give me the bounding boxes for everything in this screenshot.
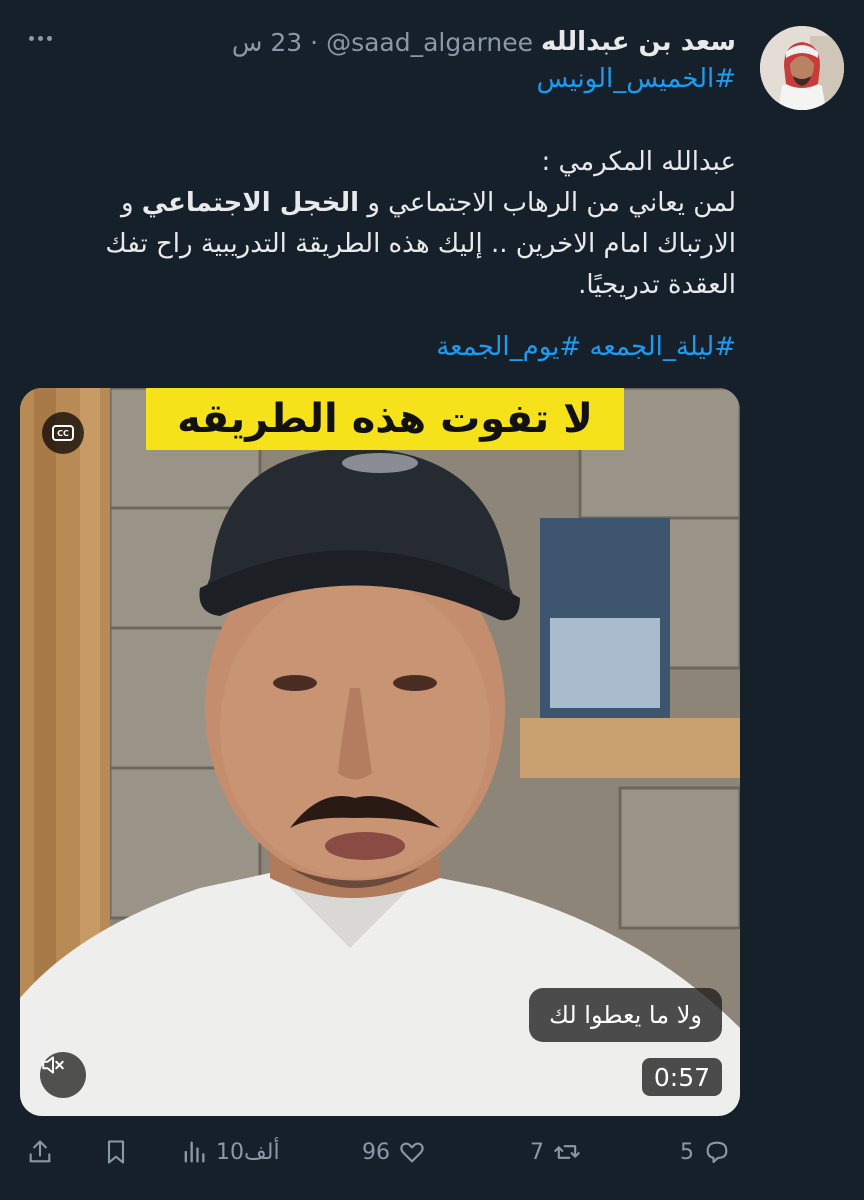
- like-button[interactable]: 96: [362, 1132, 426, 1172]
- mute-button[interactable]: [40, 1052, 86, 1098]
- likes-count: 96: [362, 1139, 390, 1165]
- hashtag-link[interactable]: #ليلة_الجمعه: [589, 332, 736, 362]
- closed-captions-button[interactable]: CC: [42, 412, 84, 454]
- views-count: 10ألف: [216, 1139, 280, 1165]
- retweets-count: 7: [530, 1139, 544, 1165]
- hashtag-link[interactable]: #يوم_الجمعة: [436, 332, 581, 362]
- video-banner-text: لا تفوت هذه الطريقه: [146, 388, 624, 450]
- display-name[interactable]: سعد بن عبدالله: [541, 27, 736, 57]
- video-duration: 0:57: [641, 1058, 722, 1096]
- tweet-text-line: الارتباك امام الاخرين .. إليك هذه الطريق…: [105, 229, 736, 259]
- bookmark-icon: [107, 1140, 125, 1164]
- text-segment: و: [120, 188, 142, 218]
- views-chart-icon: [184, 1141, 205, 1163]
- separator: ·: [310, 27, 319, 57]
- timestamp[interactable]: 23 س: [232, 28, 302, 57]
- share-button[interactable]: [26, 1132, 54, 1172]
- tweet-text-line: العقدة تدريجيًا.: [578, 270, 736, 300]
- hashtag-top[interactable]: #الخميس_الونيس: [536, 64, 736, 94]
- tweet-header: سعد بن عبدالله @saad_algarnee · 23 س: [232, 22, 736, 62]
- user-handle[interactable]: @saad_algarnee: [326, 28, 533, 57]
- heart-icon: [400, 1142, 424, 1163]
- tweet: سعد بن عبدالله @saad_algarnee · 23 س #ال…: [0, 0, 864, 1200]
- bookmark-button[interactable]: [102, 1132, 130, 1172]
- tweet-text-line: عبدالله المكرمي :: [541, 147, 736, 177]
- speaker-muted-icon: [42, 1056, 64, 1074]
- reply-bubble-icon: [706, 1141, 728, 1163]
- views-button[interactable]: 10ألف: [180, 1132, 280, 1172]
- tweet-text: عبدالله المكرمي : لمن يعاني من الرهاب ال…: [96, 142, 736, 306]
- hashtags-bottom: #ليلة_الجمعه #يوم_الجمعة: [436, 332, 736, 362]
- replies-count: 5: [680, 1139, 694, 1165]
- video-caption: ولا ما يعطوا لك: [529, 988, 722, 1042]
- video-player[interactable]: لا تفوت هذه الطريقه CC ولا ما يعطوا لك 0…: [20, 388, 740, 1116]
- retweet-icon: [554, 1145, 580, 1159]
- text-segment: لمن يعاني من الرهاب الاجتماعي و: [359, 188, 736, 218]
- retweet-button[interactable]: 7: [530, 1132, 582, 1172]
- tweet-text-line: لمن يعاني من الرهاب الاجتماعي و الخجل ال…: [96, 183, 736, 224]
- more-options-icon[interactable]: [22, 26, 58, 50]
- cc-icon: CC: [52, 425, 74, 441]
- avatar[interactable]: [760, 26, 844, 110]
- share-icon: [29, 1140, 51, 1163]
- reply-button[interactable]: 5: [680, 1132, 732, 1172]
- bold-segment: الخجل الاجتماعي: [141, 188, 360, 218]
